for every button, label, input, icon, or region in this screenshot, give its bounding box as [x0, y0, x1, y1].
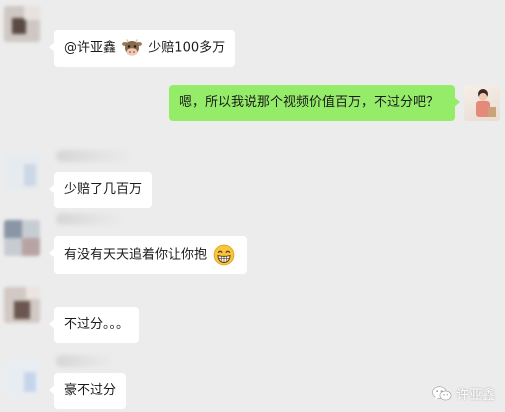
message-text: 豪不过分: [64, 383, 117, 398]
avatar[interactable]: [4, 360, 40, 396]
avatar[interactable]: [4, 6, 40, 42]
message-text: 嗯，所以我说那个视频价值百万，不过分吧？: [179, 95, 440, 110]
avatar[interactable]: [4, 287, 40, 323]
message-bubble[interactable]: 嗯，所以我说那个视频价值百万，不过分吧？: [169, 85, 460, 121]
avatar[interactable]: [4, 220, 40, 256]
watermark: 许亚鑫: [432, 384, 495, 403]
message-text: 不过分。。。: [64, 317, 130, 332]
message-text: 有没有天天追着你让你抱: [64, 247, 208, 263]
wechat-logo-icon: [432, 385, 452, 400]
sender-name: [56, 355, 116, 367]
avatar[interactable]: [464, 85, 500, 121]
message-bubble[interactable]: 有没有天天追着你让你抱: [48, 236, 248, 274]
message-bubble[interactable]: 豪不过分: [48, 373, 127, 409]
message-bubble[interactable]: 不过分。。。: [48, 307, 140, 343]
avatar[interactable]: [4, 154, 40, 190]
message-text: 少赔了几百万: [64, 182, 143, 197]
message-bubble[interactable]: @许亚鑫 少赔100多万: [48, 30, 236, 67]
cow-face-icon: [122, 39, 143, 56]
message-text: @许亚鑫: [64, 40, 117, 56]
watermark-text: 许亚鑫: [455, 388, 495, 403]
message-bubble[interactable]: 少赔了几百万: [48, 172, 153, 208]
sender-name: [56, 213, 126, 225]
sender-name: [56, 150, 136, 162]
grinning-face-icon: [213, 244, 235, 266]
chat-window: @许亚鑫 少赔100多万 嗯，所以我说那个视频价值百万，不过分吧？ 少赔了几百万: [0, 0, 505, 412]
message-text: 少赔100多万: [148, 40, 226, 56]
